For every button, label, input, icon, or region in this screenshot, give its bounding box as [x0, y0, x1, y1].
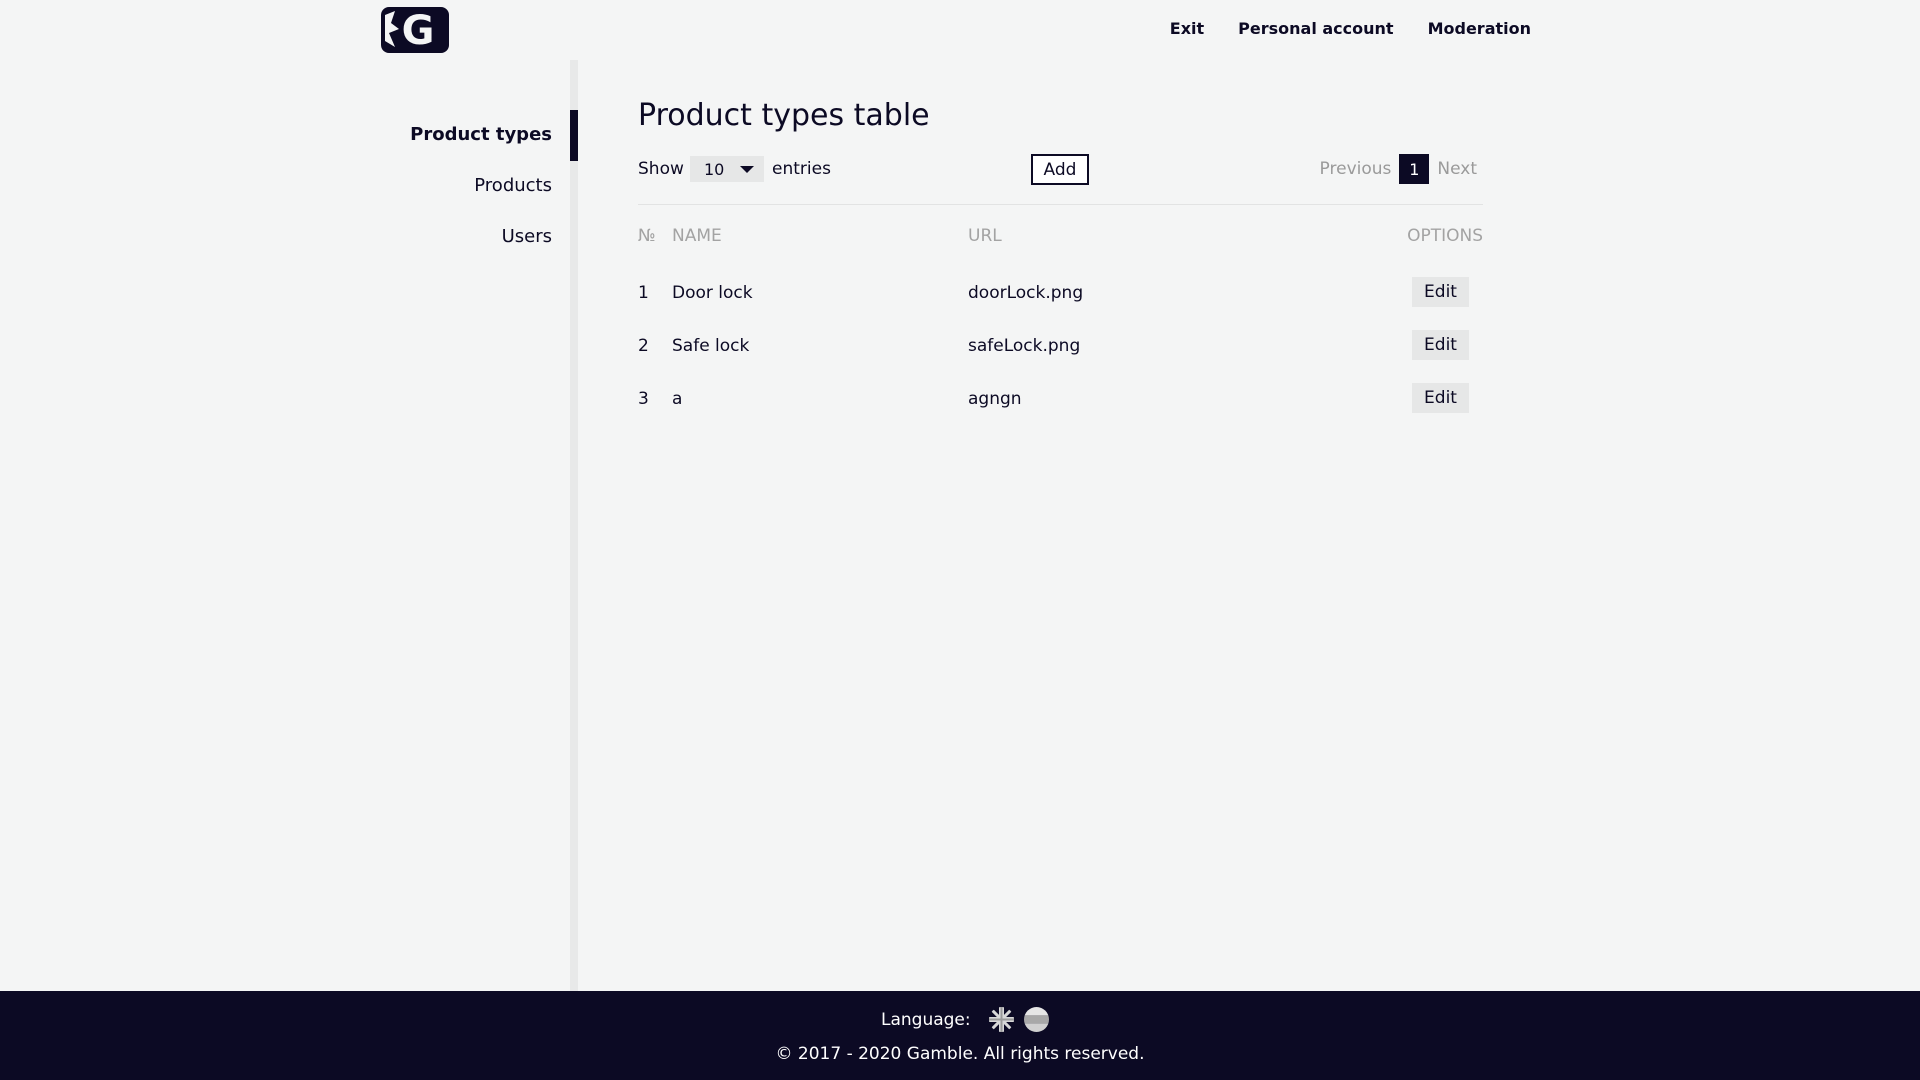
row-number: 3 — [638, 389, 649, 409]
ru-flag-icon[interactable] — [1023, 1007, 1049, 1032]
next-page-link[interactable]: Next — [1437, 159, 1477, 179]
sidebar-item-users[interactable]: Users — [502, 226, 552, 247]
sidebar-item-products[interactable]: Products — [474, 175, 552, 196]
moderation-link[interactable]: Moderation — [1428, 19, 1531, 38]
row-name: a — [672, 389, 683, 409]
gamble-logo[interactable]: G — [381, 7, 449, 54]
row-name: Safe lock — [672, 336, 750, 356]
previous-page-link[interactable]: Previous — [1320, 159, 1392, 179]
svg-text:G: G — [402, 8, 435, 53]
show-label: Show — [638, 159, 684, 179]
row-number: 2 — [638, 336, 649, 356]
copyright-text: © 2017 - 2020 Gamble. All rights reserve… — [775, 1044, 1145, 1064]
row-name: Door lock — [672, 283, 753, 303]
page-size-select[interactable]: 10 — [690, 156, 764, 182]
table-controls: Show 10 entries Add Previous 1 Next — [638, 153, 1483, 185]
column-header-options: OPTIONS — [1407, 226, 1483, 246]
language-selector: Language: — [881, 1007, 1049, 1032]
chevron-down-icon — [740, 166, 754, 173]
column-header-number: № — [638, 226, 656, 246]
sidebar-item-product-types[interactable]: Product types — [410, 124, 552, 145]
edit-button[interactable]: Edit — [1412, 330, 1469, 360]
column-header-name: NAME — [672, 226, 722, 246]
uk-flag-icon[interactable] — [988, 1007, 1014, 1032]
footer: Language: © 2017 - 2020 Gamble. All righ… — [0, 991, 1920, 1080]
sidebar: Product types Products Users — [381, 60, 578, 991]
table-row: 2 Safe lock safeLock.png Edit — [638, 330, 1483, 370]
top-bar: G Exit Personal account Moderation — [0, 0, 1920, 60]
language-flags — [988, 1007, 1049, 1032]
current-page-button[interactable]: 1 — [1399, 154, 1430, 184]
table-row: 1 Door lock doorLock.png Edit — [638, 277, 1483, 317]
row-url: safeLock.png — [968, 336, 1081, 356]
page-size-value: 10 — [704, 160, 725, 179]
top-nav: Exit Personal account Moderation — [1170, 19, 1531, 38]
page-title: Product types table — [638, 98, 930, 133]
language-label: Language: — [881, 1009, 971, 1030]
column-header-url: URL — [968, 226, 1002, 246]
exit-link[interactable]: Exit — [1170, 19, 1204, 38]
entries-label: entries — [772, 159, 831, 179]
edit-button[interactable]: Edit — [1412, 277, 1469, 307]
divider — [638, 204, 1483, 205]
personal-account-link[interactable]: Personal account — [1238, 19, 1393, 38]
row-url: agngn — [968, 389, 1022, 409]
pagination: Previous 1 Next — [1320, 153, 1477, 185]
row-url: doorLock.png — [968, 283, 1084, 303]
edit-button[interactable]: Edit — [1412, 383, 1469, 413]
add-button[interactable]: Add — [1031, 154, 1089, 185]
table-row: 3 a agngn Edit — [638, 383, 1483, 423]
row-number: 1 — [638, 283, 649, 303]
